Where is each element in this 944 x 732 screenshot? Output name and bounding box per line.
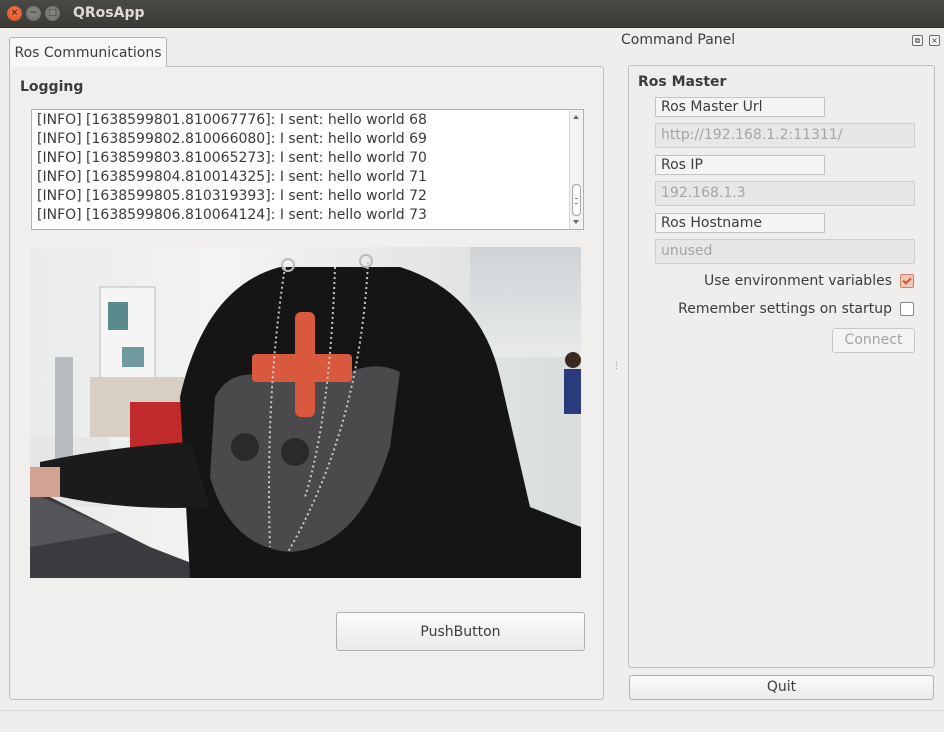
use-env-checkbox[interactable]	[900, 274, 914, 288]
tab-ros-communications[interactable]: Ros Communications	[9, 37, 167, 67]
window-titlebar: × − □ QRosApp	[0, 0, 944, 28]
window-minimize-button[interactable]: −	[26, 6, 41, 21]
use-env-label[interactable]: Use environment variables	[704, 273, 892, 289]
log-line[interactable]: [INFO] [1638599802.810066080]: I sent: h…	[37, 130, 567, 149]
window-title: QRosApp	[73, 5, 145, 21]
use-env-row[interactable]: Use environment variables	[704, 273, 914, 289]
log-line[interactable]: [INFO] [1638599804.810014325]: I sent: h…	[37, 168, 567, 187]
window-close-button[interactable]: ×	[7, 6, 22, 21]
splitter-handle[interactable]: ⋮	[612, 362, 621, 375]
command-panel-title: Command Panel	[621, 32, 736, 48]
scroll-down-arrow-icon[interactable]	[573, 220, 579, 224]
logging-scrollbar[interactable]	[569, 110, 583, 229]
logging-title: Logging	[20, 79, 84, 95]
remember-settings-row[interactable]: Remember settings on startup	[678, 301, 914, 317]
ros-master-title: Ros Master	[638, 74, 727, 90]
camera-image-graphic	[30, 247, 581, 578]
ros-hostname-input[interactable]: unused	[655, 239, 915, 264]
dock-close-icon[interactable]: ×	[929, 35, 940, 46]
camera-image	[30, 247, 581, 578]
log-line[interactable]: [INFO] [1638599806.810064124]: I sent: h…	[37, 206, 567, 225]
log-line[interactable]: [INFO] [1638599805.810319393]: I sent: h…	[37, 187, 567, 206]
push-button[interactable]: PushButton	[336, 612, 585, 651]
scroll-up-arrow-icon[interactable]	[573, 115, 579, 119]
master-url-label: Ros Master Url	[655, 97, 825, 117]
master-url-input[interactable]: http://192.168.1.2:11311/	[655, 123, 915, 148]
status-bar	[0, 710, 944, 732]
dock-float-icon[interactable]: ⧉	[912, 35, 923, 46]
remember-settings-label[interactable]: Remember settings on startup	[678, 301, 892, 317]
ros-ip-input[interactable]: 192.168.1.3	[655, 181, 915, 206]
checkmark-icon	[902, 274, 912, 285]
ros-hostname-label: Ros Hostname	[655, 213, 825, 233]
window-maximize-button[interactable]: □	[45, 6, 60, 21]
quit-button[interactable]: Quit	[629, 675, 934, 700]
scroll-thumb[interactable]	[572, 184, 581, 216]
connect-button[interactable]: Connect	[832, 328, 915, 353]
log-line[interactable]: [INFO] [1638599803.810065273]: I sent: h…	[37, 149, 567, 168]
ros-ip-label: Ros IP	[655, 155, 825, 175]
log-line[interactable]: [INFO] [1638599801.810067776]: I sent: h…	[37, 111, 567, 130]
remember-settings-checkbox[interactable]	[900, 302, 914, 316]
logging-list[interactable]: [INFO] [1638599801.810067776]: I sent: h…	[31, 109, 584, 230]
